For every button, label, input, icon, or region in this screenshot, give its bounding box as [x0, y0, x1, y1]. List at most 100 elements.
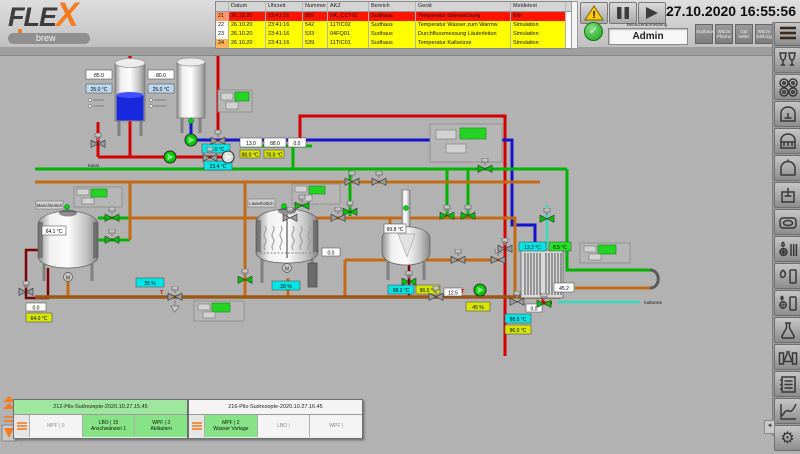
sidebar-item-lab[interactable]	[774, 317, 800, 343]
user-login-label: Benutzeranmeldung	[608, 22, 686, 27]
lauter-control-group[interactable]	[292, 184, 340, 204]
svg-text:28 %: 28 %	[280, 284, 292, 290]
mash-tun-icon	[778, 132, 798, 151]
bottom-control-group[interactable]	[194, 301, 244, 321]
sidebar-item-stirred-tank[interactable]	[774, 182, 800, 208]
batch-step-lbo[interactable]: LBO |	[257, 415, 310, 437]
nav-wuerzekuehlung[interactable]: Würze kühlung	[755, 24, 773, 44]
alarm-scrollbar[interactable]	[571, 1, 578, 49]
journal-icon	[778, 375, 798, 394]
batch-panel-212[interactable]: 212-Pils-Sudrezepte-2020.10.27.15.45 MPF…	[13, 399, 188, 439]
pause-button[interactable]	[609, 2, 637, 24]
lab-flask-icon	[778, 321, 798, 340]
mash-agitator-speed[interactable]: 35 %	[136, 278, 164, 287]
temp-marker: T	[461, 289, 465, 295]
sidebar-item-settings[interactable]: ⚙	[774, 425, 800, 451]
svg-text:M: M	[285, 267, 289, 273]
alarm-table[interactable]: Datum Uhrzeit Nummer AKZ Bereich Gerät M…	[215, 1, 573, 49]
return-flow-meter[interactable]: 45.2	[554, 283, 574, 292]
fermenter-icon	[778, 105, 798, 124]
sidebar-item-kettle[interactable]	[774, 155, 800, 181]
mash-temp-plate[interactable]: 64.1 °C	[42, 226, 66, 235]
svg-text:0.0: 0.0	[294, 141, 301, 147]
nav-wuerzepfanne[interactable]: Würze Pfanne	[715, 24, 733, 44]
alarm-table-header: Datum Uhrzeit Nummer AKZ Bereich Gerät M…	[216, 2, 572, 12]
pump-coldwater[interactable]	[185, 134, 197, 146]
sidebar-item-trends[interactable]	[774, 398, 800, 424]
sidebar-item-journal[interactable]	[774, 371, 800, 397]
wort-pump-speed[interactable]: 45 %	[466, 302, 490, 311]
svg-text:0.0: 0.0	[531, 307, 538, 313]
nav-gaerkeller[interactable]: Gär keller	[735, 24, 753, 44]
sidebar-item-kegs[interactable]	[774, 74, 800, 100]
batch-step-lbo[interactable]: LBO | 15Anschwänzen 1	[82, 415, 135, 437]
sidebar-item-label-tank[interactable]	[774, 209, 800, 235]
batch-step-mpf[interactable]: MPF | 2Wasser Vorlage	[204, 415, 257, 437]
gear-icon: ⚙	[780, 430, 794, 446]
logo-brew-label: brew	[8, 33, 90, 44]
play-button[interactable]	[638, 2, 666, 24]
batch-menu-icon[interactable]	[189, 415, 204, 437]
batch-menu-icon[interactable]	[14, 415, 29, 437]
temp-marker-2: T	[160, 290, 164, 296]
svg-text:45 %: 45 %	[472, 305, 484, 311]
svg-text:98.5 °C: 98.5 °C	[510, 317, 527, 323]
svg-text:!: !	[592, 10, 595, 21]
sidebar-collapse-button[interactable]: ◄	[764, 420, 775, 434]
right-sidebar: ⚙ ◄	[772, 22, 800, 436]
sidebar-item-fermenter[interactable]	[774, 101, 800, 127]
he-inlet-temp[interactable]: 13.2 °C	[519, 242, 546, 251]
menu-button[interactable]	[774, 22, 800, 46]
drain-funnel	[171, 300, 179, 312]
sidebar-item-yeast[interactable]	[774, 344, 800, 370]
svg-text:88.0: 88.0	[270, 141, 280, 147]
login-ok-icon[interactable]: ✓	[584, 22, 603, 41]
main-flow-meter[interactable]: 12.5	[444, 288, 462, 297]
alarm-row-selected[interactable]: 24 26.10.20 23:41:16 539 11TIC01 Sudhaus…	[216, 39, 572, 48]
lauter-rake-speed[interactable]: 28 %	[272, 281, 300, 290]
user-name-field[interactable]: Admin	[608, 28, 688, 45]
pump-hotwater[interactable]	[164, 151, 176, 163]
water-tank2[interactable]	[177, 58, 205, 133]
svg-text:0.0: 0.0	[328, 251, 335, 257]
alarm-row[interactable]: 21 26.10.20 23:41:16 865 SK_CCT01 Sudhau…	[216, 12, 572, 21]
valve-coldwater[interactable]	[211, 130, 225, 144]
process-diagram: 85.0 25.0 °C 80.0 25.0 °C Kanal M Maisch…	[0, 0, 800, 450]
pump-wort[interactable]	[474, 284, 486, 296]
sidebar-item-mash-tun[interactable]	[774, 128, 800, 154]
svg-text:45.2: 45.2	[559, 286, 569, 292]
batch-step-wpf[interactable]: WPF | 3Abläutern	[134, 415, 187, 437]
lauter-meter[interactable]: 0.0	[322, 248, 340, 257]
wort-kettle-vessel[interactable]	[382, 190, 430, 280]
sidebar-item-glasses[interactable]	[774, 47, 800, 73]
water-meter-row[interactable]: 13.0 88.0 0.0 88.0 °C 78.0 °C	[240, 138, 306, 159]
sidebar-item-wort-cooling[interactable]	[774, 236, 800, 262]
batch-panel-216[interactable]: 216-Pils-Sudrezepte-2020.10.27.16.45 MPF…	[188, 399, 363, 439]
alarm-ack-button[interactable]: !	[580, 2, 608, 24]
stirred-tank-icon	[778, 186, 798, 205]
alarm-row[interactable]: 22 26.10.20 23:41:16 542 11TIC02 Sudhaus…	[216, 21, 572, 30]
sidebar-item-hot-water[interactable]	[774, 263, 800, 289]
svg-text:99.8 °C: 99.8 °C	[387, 227, 404, 233]
pause-icon	[616, 7, 630, 19]
kettle-control-group[interactable]	[430, 124, 502, 162]
svg-text:35 %: 35 %	[144, 281, 156, 287]
batch-step-wpf[interactable]: WPF |	[309, 415, 362, 437]
sidebar-item-cold-water[interactable]	[774, 290, 800, 316]
label-tank-icon	[778, 214, 798, 231]
mash-heating-meters[interactable]: 0.0 64.0 °C	[26, 303, 52, 322]
tank-control-group[interactable]	[218, 90, 252, 112]
kettle-temp-plate[interactable]: 99.8 °C	[384, 224, 406, 233]
mash-control-group[interactable]	[74, 187, 122, 207]
right-control-group[interactable]	[580, 243, 630, 263]
kettle-bottom-meters[interactable]: 98.2 °C 96.0 °C	[388, 285, 440, 294]
pipe-u-turn	[650, 270, 658, 288]
he-outlet-temp[interactable]: 8.5 °C	[549, 242, 571, 251]
yeast-flask-icon	[778, 348, 798, 367]
wine-glasses-icon	[778, 51, 798, 69]
batch-step-mpf[interactable]: MPF | 0	[29, 415, 82, 437]
nav-sudhaus[interactable]: Sudhaus	[695, 24, 713, 44]
he-bottom-meters[interactable]: 0.0 98.5 °C 96.0 °C	[505, 304, 542, 334]
alarm-row[interactable]: 23 26.10.20 23:41:16 533 04FQ01 Sudhaus …	[216, 30, 572, 39]
pump-hotwater-2[interactable]	[222, 151, 234, 163]
